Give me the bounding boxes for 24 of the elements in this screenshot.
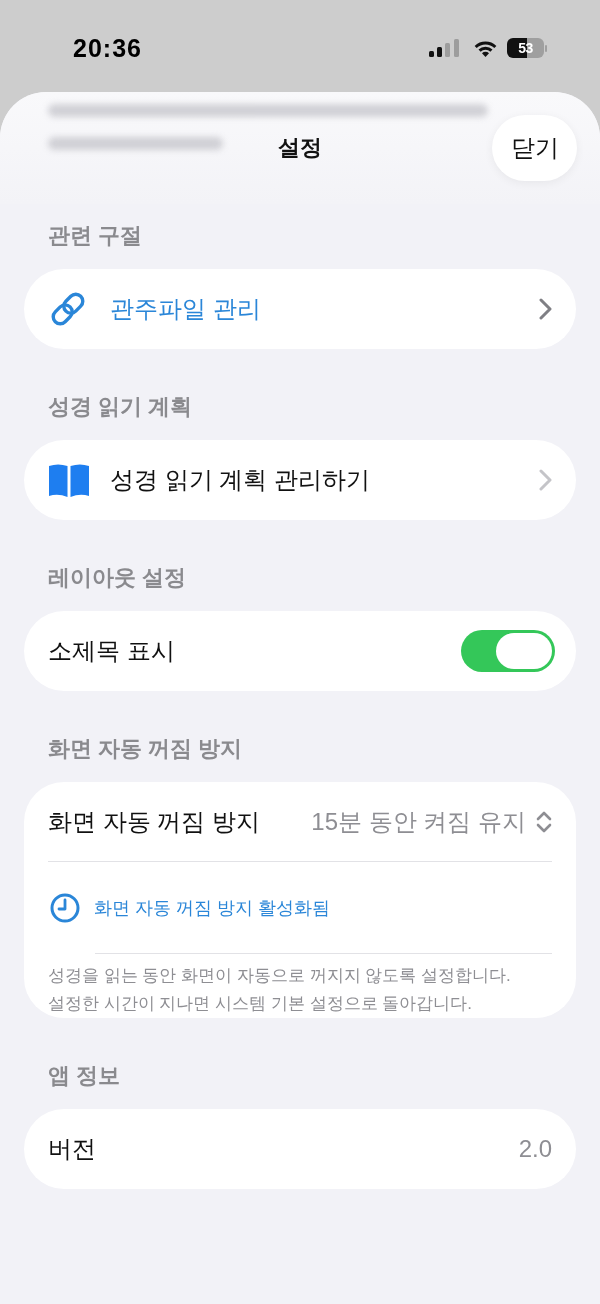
- section-header: 관련 구절: [48, 222, 143, 250]
- sheet-title: 설정: [278, 134, 322, 162]
- section-header: 성경 읽기 계획: [48, 393, 193, 421]
- section-header: 레이아웃 설정: [48, 564, 187, 592]
- signal-icon: [429, 39, 459, 57]
- value-text: 2.0: [518, 1134, 552, 1164]
- row-label[interactable]: 관주파일 관리: [110, 293, 261, 325]
- status-text: 화면 자동 꺼짐 방지 활성화됨: [94, 896, 330, 920]
- chevron-right-icon: [539, 298, 552, 320]
- chevron-up-down-icon: [536, 809, 552, 834]
- row-label: 버전: [48, 1134, 96, 1164]
- section-header: 화면 자동 꺼짐 방지: [48, 735, 243, 763]
- row-label[interactable]: 성경 읽기 계획 관리하기: [110, 464, 370, 496]
- footnote-text: 성경을 읽는 동안 화면이 자동으로 꺼지지 않도록 설정합니다. 설정한 시간이 지나면 시스템 기본 설정으로 돌아갑니다.: [48, 965, 512, 1015]
- row-label: 소제목 표시: [48, 636, 175, 666]
- section-header: 앱 정보: [48, 1062, 121, 1090]
- toggle-switch[interactable]: [461, 630, 555, 672]
- row-label: 화면 자동 꺼짐 방지: [48, 806, 260, 837]
- wifi-icon: [474, 39, 497, 57]
- status-time: 20:36: [73, 33, 142, 63]
- book-icon: [48, 463, 90, 497]
- close-button[interactable]: 닫기: [492, 115, 577, 181]
- clock-icon: [50, 892, 80, 923]
- chevron-right-icon: [539, 469, 552, 491]
